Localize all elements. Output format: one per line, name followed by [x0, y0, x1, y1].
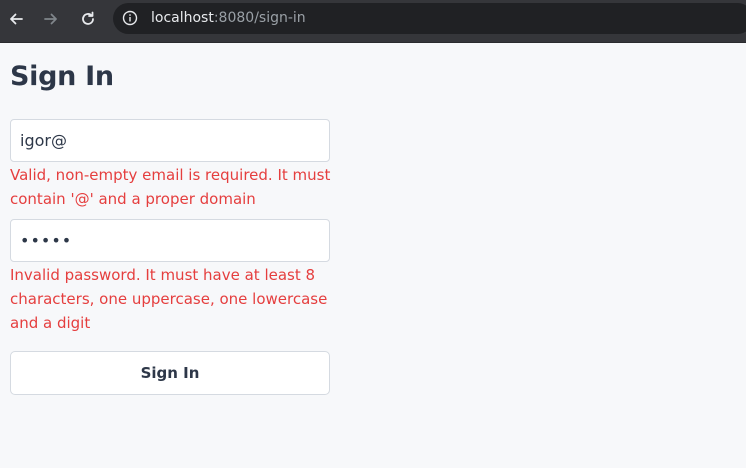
- reload-icon: [82, 11, 94, 25]
- page-title: Sign In: [10, 61, 114, 92]
- forward-arrow-icon: [44, 13, 57, 25]
- url-text: localhost:8080/sign-in: [151, 10, 306, 27]
- browser-toolbar: localhost:8080/sign-in: [0, 0, 746, 43]
- password-input[interactable]: [10, 219, 330, 262]
- email-error-message: Valid, non-empty email is required. It m…: [10, 166, 331, 208]
- email-input[interactable]: [10, 119, 330, 162]
- back-button[interactable]: [5, 8, 27, 30]
- sign-in-button[interactable]: Sign In: [10, 351, 330, 395]
- url-path: :8080/sign-in: [213, 10, 306, 26]
- forward-button[interactable]: [40, 8, 62, 30]
- address-bar[interactable]: localhost:8080/sign-in: [113, 3, 746, 34]
- reload-button[interactable]: [77, 8, 99, 30]
- back-arrow-icon: [10, 13, 23, 25]
- info-icon[interactable]: [122, 10, 138, 26]
- password-error-message: Invalid password. It must have at least …: [10, 266, 328, 332]
- url-host: localhost: [151, 10, 214, 26]
